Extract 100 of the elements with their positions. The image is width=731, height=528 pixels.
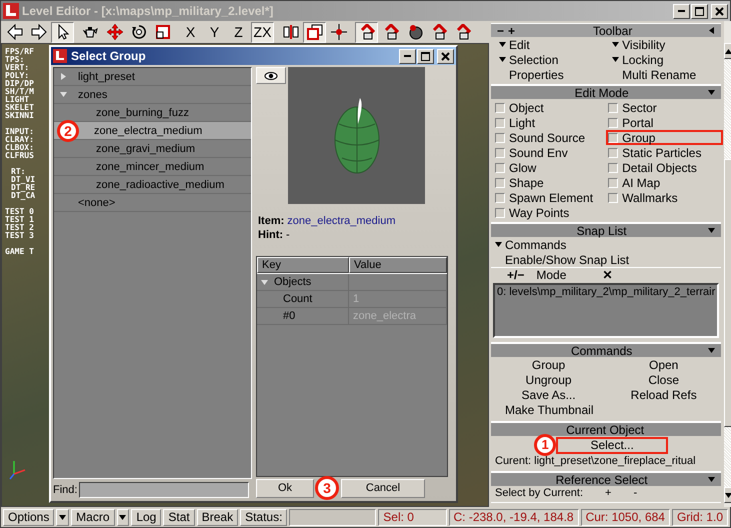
menu-item[interactable]: Visibility [608, 37, 722, 52]
tree-item[interactable]: zone_radioactive_medium [54, 176, 251, 194]
menu-item[interactable]: Enable/Show Snap List [491, 252, 722, 267]
mode-toggle[interactable]: +/− [507, 268, 524, 282]
checkbox[interactable] [608, 148, 618, 158]
collapse-arrow-icon[interactable] [708, 89, 716, 96]
reference-button[interactable]: + [605, 487, 612, 499]
hint-label: Hint: [258, 228, 284, 242]
menu-item[interactable]: Multi Rename [608, 67, 722, 82]
dropdown-arrow-icon[interactable] [499, 41, 506, 48]
command-link[interactable]: Close [648, 373, 680, 388]
status-button[interactable]: Options [3, 508, 54, 526]
close-button[interactable] [711, 4, 728, 18]
dialog-button[interactable]: Ok [256, 478, 314, 498]
find-label: Find: [53, 484, 78, 496]
window-title: Level Editor - [x:\maps\mp_military_2.level*] [22, 4, 274, 18]
scroll-up-button[interactable] [724, 43, 731, 59]
stat-label: CLFRUS [5, 152, 35, 160]
checkbox[interactable] [495, 148, 505, 158]
reference-button[interactable]: - [633, 487, 638, 499]
axis-button[interactable]: ZX [251, 22, 274, 42]
snap-list-item[interactable]: 0: levels\mp_military_2\mp_military_2_terrair [497, 286, 716, 298]
dropdown-arrow-icon[interactable] [495, 241, 502, 248]
status-button[interactable]: Macro [71, 508, 115, 526]
status-button[interactable]: Log [131, 508, 162, 526]
dropdown-arrow-icon[interactable] [499, 56, 506, 63]
number-callout: 1 [534, 434, 556, 456]
command-link[interactable]: Group [532, 358, 566, 373]
status-button[interactable]: Break [196, 508, 238, 526]
column-header[interactable]: Key [257, 257, 349, 273]
checkbox-label: Object [509, 100, 544, 114]
command-link[interactable]: Open [649, 358, 678, 373]
command-link[interactable]: Reload Refs [630, 388, 697, 403]
menu-item[interactable]: Selection [495, 52, 608, 67]
dialog-button[interactable]: Cancel [341, 478, 425, 498]
header-button[interactable]: − [495, 24, 506, 36]
menu-item[interactable]: Commands [491, 237, 722, 252]
tree-item[interactable]: zones [54, 86, 251, 104]
clear-button[interactable]: ✕ [602, 268, 612, 282]
checkbox[interactable] [608, 102, 618, 112]
checkbox[interactable] [608, 192, 618, 202]
checkbox[interactable] [495, 102, 505, 112]
close-button[interactable] [437, 48, 454, 64]
minimize-button[interactable] [673, 4, 690, 18]
collapse-arrow-icon[interactable] [708, 347, 716, 354]
collapse-arrow-icon[interactable] [708, 27, 716, 34]
checkbox-label: Portal [622, 116, 654, 130]
menu-item[interactable]: Properties [495, 67, 608, 82]
checkbox[interactable] [495, 178, 505, 188]
stat-label: DT_RE [11, 184, 36, 192]
squares-button[interactable] [303, 22, 326, 42]
command-link[interactable]: Save As... [522, 388, 576, 403]
collapse-arrow-icon[interactable] [708, 476, 716, 483]
menu-item[interactable]: Locking [608, 52, 722, 67]
dropdown-arrow-icon[interactable] [612, 41, 620, 48]
checkbox[interactable] [495, 192, 505, 202]
tree-item[interactable]: <none> [54, 194, 251, 212]
status-readout: Grid: 1.0 [672, 508, 728, 526]
command-link[interactable]: Ungroup [526, 373, 572, 388]
checkbox-label: Sector [622, 100, 657, 114]
checkbox-label: Group [622, 130, 656, 144]
collapse-arrow-icon[interactable] [708, 227, 716, 234]
dropdown-arrow-icon[interactable] [59, 514, 66, 520]
tree-item[interactable]: zone_mincer_medium [54, 158, 251, 176]
maximize-button[interactable] [417, 48, 434, 64]
dropdown-button[interactable] [116, 508, 130, 526]
checkbox[interactable] [495, 162, 505, 172]
tree-item[interactable]: zone_gravi_medium [54, 140, 251, 158]
checkbox[interactable] [608, 178, 618, 188]
expand-arrow-icon[interactable] [60, 73, 67, 80]
app-logo-icon [53, 49, 67, 63]
status-readout: Sel: 0 [378, 508, 446, 526]
command-link[interactable]: Make Thumbnail [491, 403, 594, 418]
maximize-button[interactable] [691, 4, 708, 18]
checkbox[interactable] [608, 162, 618, 172]
mirror-icon [282, 24, 298, 40]
scrollbar[interactable] [723, 21, 731, 507]
find-field[interactable] [79, 482, 250, 498]
checkbox[interactable] [495, 118, 505, 128]
minimize-button[interactable] [399, 48, 416, 64]
pointer-button[interactable] [51, 22, 74, 42]
checkbox[interactable] [608, 118, 618, 128]
checkbox[interactable] [495, 208, 505, 218]
dropdown-button[interactable] [56, 508, 70, 526]
tree-item[interactable]: light_preset [54, 68, 251, 86]
checkbox-label: Spawn Element [509, 190, 594, 204]
checkbox[interactable] [495, 132, 505, 142]
move-icon [106, 24, 122, 40]
stat-label: CLRAY: [5, 136, 35, 144]
header-button[interactable]: + [506, 24, 518, 36]
preview-toggle-button[interactable] [256, 67, 286, 84]
status-button[interactable]: Stat [163, 508, 195, 526]
tree-item[interactable]: 2 zone_electra_medium [54, 122, 251, 140]
column-header[interactable]: Value [349, 257, 447, 273]
stat-label: POLY: [5, 72, 30, 80]
dropdown-arrow-icon[interactable] [119, 514, 126, 520]
checkbox[interactable] [608, 132, 618, 142]
menu-item[interactable]: Edit [495, 37, 608, 52]
dropdown-arrow-icon[interactable] [612, 56, 620, 63]
scroll-down-button[interactable] [724, 487, 731, 503]
